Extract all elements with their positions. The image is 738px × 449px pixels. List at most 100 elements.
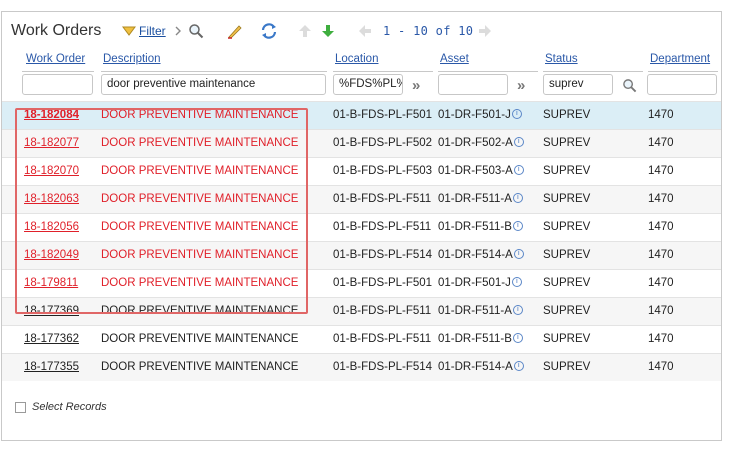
- refresh-button[interactable]: [260, 21, 278, 41]
- department-cell: 1470: [648, 333, 674, 345]
- location-cell: 01-B-FDS-PL-F514: [333, 361, 433, 373]
- asset-cell: 01-DR-F511-A i: [438, 305, 523, 317]
- column-headers: Work Order Description Location Asset St…: [2, 50, 721, 72]
- asset-cell: 01-DR-F511-B i: [438, 333, 523, 345]
- work-orders-panel: Work Orders Filter 1 - 10 of 10 Work Ord…: [1, 11, 722, 441]
- clear-button[interactable]: [226, 21, 244, 41]
- move-down-button[interactable]: [321, 21, 335, 41]
- info-icon[interactable]: i: [512, 193, 523, 203]
- table-row[interactable]: 18-177355 DOOR PREVENTIVE MAINTENANCE 01-B…: [2, 353, 721, 381]
- description-cell: DOOR PREVENTIVE MAINTENANCE: [101, 333, 299, 345]
- department-cell: 1470: [648, 361, 674, 373]
- run-filter-search-icon[interactable]: [622, 78, 637, 93]
- asset-code: 01-DR-F503-A: [438, 165, 513, 177]
- status-cell: SUPREV: [543, 361, 591, 373]
- select-records-control[interactable]: Select Records: [15, 401, 107, 413]
- page-prev-icon: [358, 24, 372, 38]
- asset-cell: 01-DR-F511-A i: [438, 193, 523, 205]
- refresh-icon: [260, 23, 278, 39]
- info-icon[interactable]: i: [512, 221, 523, 231]
- location-cell: 01-B-FDS-PL-F501: [333, 277, 433, 289]
- arrow-down-icon: [321, 24, 335, 38]
- description-filter-input[interactable]: door preventive maintenance: [101, 74, 326, 95]
- asset-filter-input[interactable]: [438, 74, 508, 95]
- page-title: Work Orders: [11, 22, 102, 39]
- info-icon[interactable]: i: [513, 165, 524, 175]
- asset-code: 01-DR-F514-A: [438, 361, 513, 373]
- filter-link[interactable]: Filter: [139, 24, 166, 38]
- info-icon[interactable]: i: [511, 109, 522, 119]
- select-records-checkbox[interactable]: [15, 401, 26, 413]
- header-location[interactable]: Location: [335, 53, 378, 65]
- location-cell: 01-B-FDS-PL-F501: [333, 109, 433, 121]
- work-order-link[interactable]: 18-177362: [24, 333, 79, 345]
- location-cell: 01-B-FDS-PL-F511: [333, 305, 432, 317]
- info-icon[interactable]: i: [512, 305, 523, 315]
- asset-cell: 01-DR-F501-J i: [438, 109, 522, 121]
- toolbar: Work Orders Filter 1 - 10 of 10: [2, 12, 721, 50]
- search-button[interactable]: [188, 21, 204, 41]
- page-prev-button[interactable]: [358, 21, 372, 41]
- pager-text: 1 - 10 of 10: [383, 24, 474, 38]
- page-next-button[interactable]: [478, 21, 492, 41]
- header-description[interactable]: Description: [103, 53, 161, 65]
- asset-code: 01-DR-F511-B: [438, 221, 512, 233]
- description-cell: DOOR PREVENTIVE MAINTENANCE: [101, 361, 299, 373]
- move-up-button[interactable]: [298, 21, 312, 41]
- status-cell: SUPREV: [543, 333, 591, 345]
- info-icon[interactable]: i: [513, 249, 524, 259]
- location-cell: 01-B-FDS-PL-F511: [333, 221, 432, 233]
- arrow-up-icon: [298, 24, 312, 38]
- info-icon[interactable]: i: [512, 333, 523, 343]
- location-cell: 01-B-FDS-PL-F514: [333, 249, 433, 261]
- status-cell: SUPREV: [543, 305, 591, 317]
- department-cell: 1470: [648, 221, 674, 233]
- asset-cell: 01-DR-F514-A i: [438, 249, 524, 261]
- info-icon[interactable]: i: [513, 137, 524, 147]
- filter-icon: [122, 26, 136, 36]
- asset-cell: 01-DR-F514-A i: [438, 361, 524, 373]
- asset-code: 01-DR-F501-J: [438, 109, 511, 121]
- info-icon[interactable]: i: [513, 361, 524, 371]
- location-cell: 01-B-FDS-PL-F503: [333, 165, 433, 177]
- asset-code: 01-DR-F514-A: [438, 249, 513, 261]
- chevron-right-icon: [174, 21, 182, 41]
- search-icon: [188, 23, 204, 39]
- department-cell: 1470: [648, 193, 674, 205]
- work-order-filter-input[interactable]: [22, 74, 93, 95]
- department-filter-input[interactable]: [647, 74, 717, 95]
- department-cell: 1470: [648, 249, 674, 261]
- status-cell: SUPREV: [543, 277, 591, 289]
- asset-cell: 01-DR-F501-J i: [438, 277, 522, 289]
- status-cell: SUPREV: [543, 193, 591, 205]
- location-cell: 01-B-FDS-PL-F502: [333, 137, 433, 149]
- status-cell: SUPREV: [543, 221, 591, 233]
- asset-code: 01-DR-F502-A: [438, 137, 513, 149]
- highlight-annotation-box: [15, 108, 308, 314]
- header-status[interactable]: Status: [545, 53, 578, 65]
- header-work-order[interactable]: Work Order: [26, 53, 85, 65]
- asset-code: 01-DR-F501-J: [438, 277, 511, 289]
- status-cell: SUPREV: [543, 109, 591, 121]
- select-records-label: Select Records: [32, 401, 107, 413]
- department-cell: 1470: [648, 305, 674, 317]
- header-asset[interactable]: Asset: [440, 53, 469, 65]
- status-cell: SUPREV: [543, 137, 591, 149]
- asset-cell: 01-DR-F511-B i: [438, 221, 523, 233]
- status-cell: SUPREV: [543, 249, 591, 261]
- department-cell: 1470: [648, 137, 674, 149]
- info-icon[interactable]: i: [511, 277, 522, 287]
- header-department[interactable]: Department: [650, 53, 710, 65]
- location-filter-input[interactable]: %FDS%PL%: [333, 74, 403, 95]
- work-order-link[interactable]: 18-177355: [24, 361, 79, 373]
- status-filter-input[interactable]: suprev: [543, 74, 613, 95]
- department-cell: 1470: [648, 109, 674, 121]
- table-row[interactable]: 18-177362 DOOR PREVENTIVE MAINTENANCE 01-B…: [2, 325, 721, 353]
- asset-filter-operator-icon[interactable]: »: [517, 77, 525, 94]
- department-cell: 1470: [648, 165, 674, 177]
- location-filter-operator-icon[interactable]: »: [412, 77, 420, 94]
- status-cell: SUPREV: [543, 165, 591, 177]
- filter-toggle[interactable]: Filter: [122, 21, 166, 41]
- location-cell: 01-B-FDS-PL-F511: [333, 193, 432, 205]
- asset-cell: 01-DR-F502-A i: [438, 137, 524, 149]
